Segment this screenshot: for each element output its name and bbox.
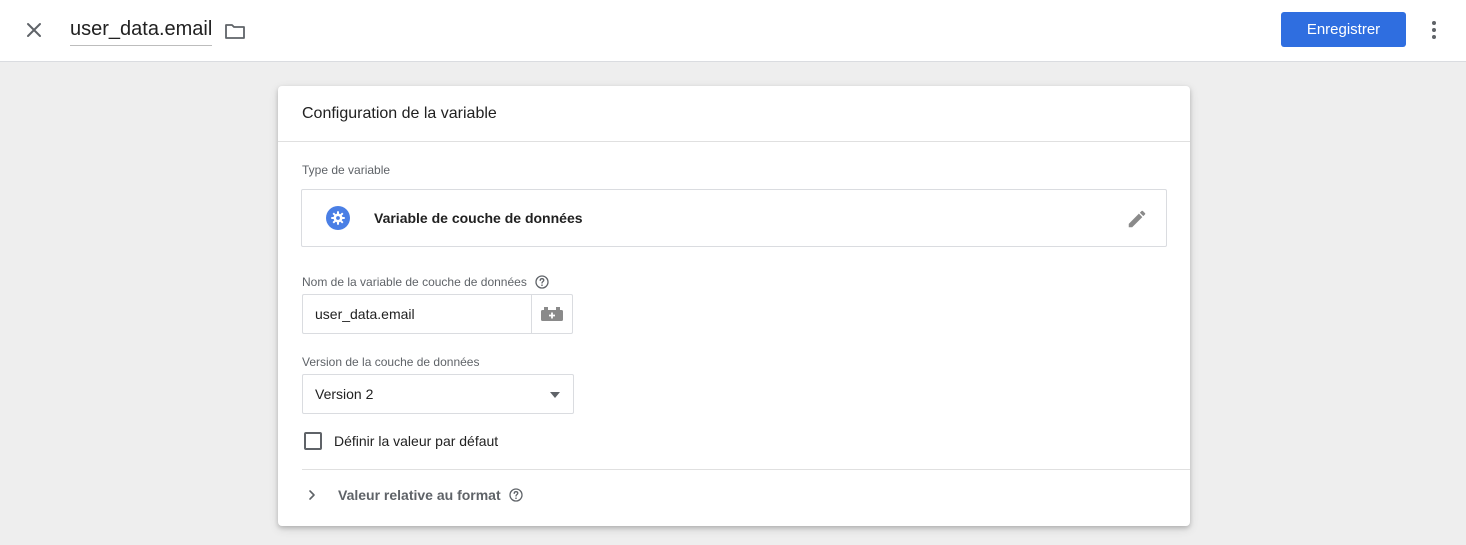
pencil-icon[interactable] <box>1126 208 1148 230</box>
help-circle-icon[interactable] <box>535 275 549 289</box>
variable-name-label: Nom de la variable de couche de données <box>302 275 549 289</box>
variable-name-input[interactable] <box>302 294 532 334</box>
save-button[interactable]: Enregistrer <box>1281 12 1406 47</box>
variable-type-name: Variable de couche de données <box>374 210 583 226</box>
variable-type-label: Type de variable <box>302 163 391 177</box>
default-value-label: Définir la valeur par défaut <box>334 433 499 449</box>
folder-icon <box>225 24 245 39</box>
more-options-button[interactable] <box>1422 16 1446 44</box>
default-value-row: Définir la valeur par défaut <box>304 432 498 450</box>
insert-variable-button[interactable] <box>531 294 573 334</box>
variable-configuration-card: Configuration de la variable Type de var… <box>278 86 1190 526</box>
version-select[interactable]: Version 2 <box>302 374 574 414</box>
format-value-label: Valeur relative au format <box>338 487 501 503</box>
caret-down-icon <box>550 392 560 398</box>
close-icon <box>27 23 41 37</box>
top-bar: user_data.email Enregistrer <box>0 0 1466 62</box>
format-value-section-toggle[interactable]: Valeur relative au format <box>306 487 523 503</box>
version-selected-value: Version 2 <box>315 386 374 402</box>
default-value-checkbox[interactable] <box>304 432 322 450</box>
variable-type-selector[interactable]: Variable de couche de données <box>301 189 1167 247</box>
more-vert-icon <box>1432 21 1436 39</box>
variable-name-label-text: Nom de la variable de couche de données <box>302 275 527 289</box>
chevron-right-icon <box>309 490 315 500</box>
section-divider <box>302 469 1190 470</box>
help-circle-icon[interactable] <box>508 488 523 502</box>
version-label: Version de la couche de données <box>302 355 480 369</box>
add-variable-icon <box>541 307 563 321</box>
card-header: Configuration de la variable <box>278 86 1190 142</box>
folder-button[interactable] <box>222 19 248 43</box>
settings-gear-icon <box>326 206 350 230</box>
variable-title[interactable]: user_data.email <box>70 17 213 46</box>
close-button[interactable] <box>20 16 48 44</box>
